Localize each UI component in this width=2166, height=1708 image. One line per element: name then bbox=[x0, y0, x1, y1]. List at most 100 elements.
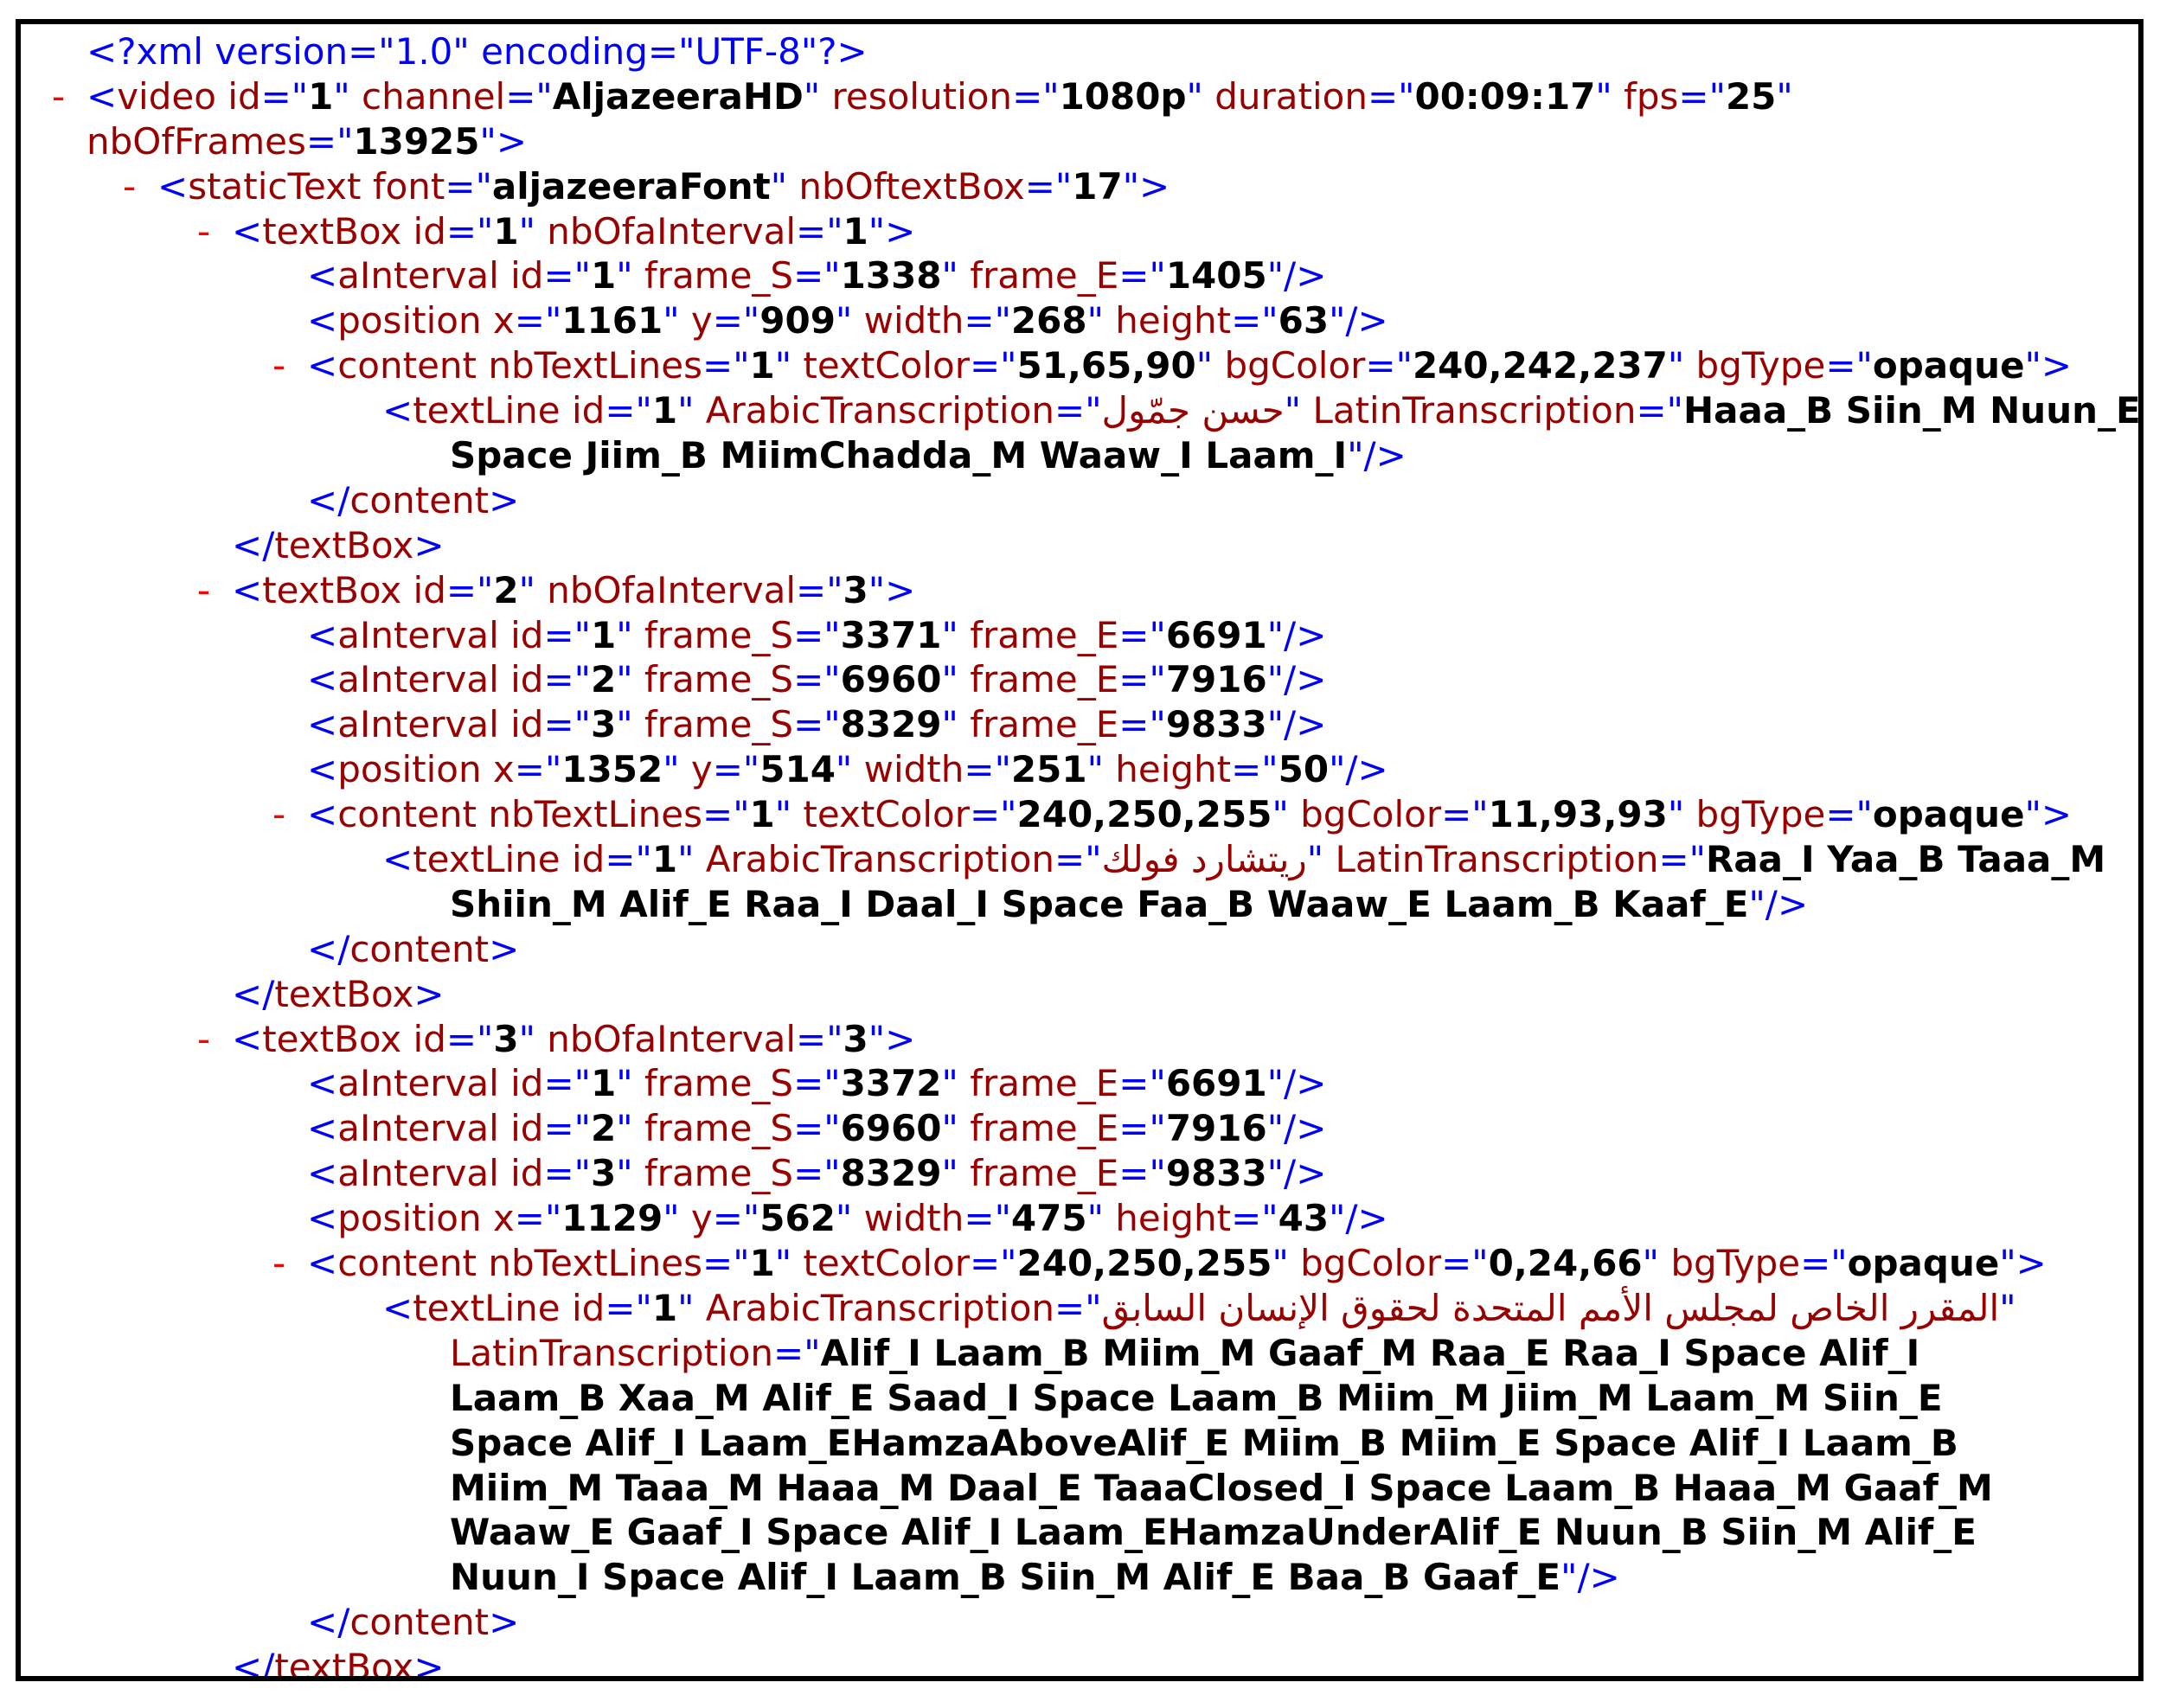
xml-token: LatinTranscription bbox=[1335, 838, 1659, 881]
xml-token: "/> bbox=[1329, 748, 1388, 791]
xml-token: " bbox=[1086, 299, 1116, 342]
xml-token: " bbox=[835, 1197, 864, 1240]
xml-token: aInterval id bbox=[337, 1107, 544, 1150]
xml-token: < bbox=[232, 568, 263, 611]
xml-token: Shiin_M Alif_E Raa_I Daal_I Space Faa_B … bbox=[450, 882, 1749, 925]
xml-token: > bbox=[413, 523, 445, 566]
xml-token: 43 bbox=[1278, 1197, 1330, 1240]
collapse-toggle[interactable]: - bbox=[272, 1241, 285, 1286]
xml-token: 240,250,255 bbox=[1016, 793, 1272, 836]
xml-token: " bbox=[616, 703, 644, 746]
xml-token: =" bbox=[1118, 703, 1166, 746]
collapse-toggle[interactable]: - bbox=[272, 792, 285, 837]
xml-token: frame_S bbox=[644, 1107, 794, 1150]
xml-token: ArabicTranscription bbox=[705, 838, 1055, 881]
xml-token: 1338 bbox=[840, 254, 942, 297]
xml-token: " bbox=[1642, 1242, 1671, 1285]
xml-token: "/> bbox=[1266, 1152, 1327, 1195]
xml-token: frame_S bbox=[644, 1062, 794, 1105]
xml-token: staticText font bbox=[188, 164, 445, 208]
xml-token: textColor bbox=[803, 1242, 970, 1285]
xml-token: content nbTextLines bbox=[337, 1242, 702, 1285]
xml-token: " bbox=[835, 748, 864, 791]
xml-token: aInterval id bbox=[337, 703, 544, 746]
xml-token: =" bbox=[445, 1017, 494, 1060]
xml-token: 0,24,66 bbox=[1488, 1242, 1643, 1285]
xml-token: 1 bbox=[308, 74, 334, 118]
xml-token: 1405 bbox=[1165, 254, 1267, 297]
xml-token: opaque bbox=[1847, 1242, 2000, 1285]
xml-token: " bbox=[333, 74, 362, 118]
xml-token: =" bbox=[505, 74, 553, 118]
xml-token: " bbox=[941, 658, 971, 701]
xml-token: < bbox=[382, 1286, 413, 1329]
xml-token: =" bbox=[605, 838, 652, 881]
xml-token: 1 bbox=[651, 389, 678, 432]
xml-token: height bbox=[1115, 748, 1232, 791]
collapse-toggle[interactable]: - bbox=[197, 568, 210, 613]
xml-token: 514 bbox=[759, 748, 836, 791]
xml-line: - <staticText font="aljazeeraFont" nbOfte… bbox=[36, 164, 2138, 209]
xml-token: opaque bbox=[1872, 344, 2025, 387]
xml-token: 562 bbox=[759, 1197, 836, 1240]
xml-token: nbOfFrames bbox=[87, 119, 306, 163]
xml-token: =" bbox=[793, 658, 841, 701]
xml-token: =" bbox=[1231, 299, 1278, 342]
xml-line: </content> bbox=[36, 478, 2138, 523]
xml-token: 9833 bbox=[1165, 703, 1267, 746]
xml-line: - <content nbTextLines="1" textColor="240… bbox=[36, 1241, 2138, 1286]
xml-token: frame_E bbox=[970, 254, 1119, 297]
xml-token: =" bbox=[702, 793, 750, 836]
xml-line: <position x="1161" y="909" width="268" h… bbox=[36, 298, 2138, 343]
xml-token: =" bbox=[543, 613, 591, 656]
xml-token: " bbox=[616, 658, 644, 701]
xml-token: textLine id bbox=[413, 389, 606, 432]
xml-token: < bbox=[382, 838, 413, 881]
xml-token: Alif_I Laam_B Miim_M Gaaf_M Raa_E Raa_I … bbox=[820, 1331, 1920, 1374]
xml-token: fps bbox=[1624, 74, 1679, 118]
collapse-toggle[interactable]: - bbox=[272, 343, 285, 388]
xml-token: Raa_I Yaa_B Taaa_M bbox=[1705, 838, 2106, 881]
xml-token: =" bbox=[445, 568, 494, 611]
xml-token: =" bbox=[796, 568, 843, 611]
xml-token: bgColor bbox=[1224, 344, 1366, 387]
xml-token: frame_S bbox=[644, 703, 794, 746]
xml-token: " bbox=[663, 748, 691, 791]
xml-token: 6960 bbox=[840, 658, 942, 701]
xml-token: opaque bbox=[1872, 793, 2025, 836]
xml-token: 9833 bbox=[1165, 1152, 1267, 1195]
xml-token: " bbox=[663, 299, 691, 342]
xml-token: 6691 bbox=[1165, 613, 1267, 656]
xml-token: 2 bbox=[590, 1107, 617, 1150]
xml-token: < bbox=[307, 1242, 338, 1285]
xml-line: Space Jiim_B MiimChadda_M Waaw_I Laam_I"… bbox=[36, 433, 2138, 478]
xml-token: 3 bbox=[843, 1017, 868, 1060]
xml-token: bgType bbox=[1670, 1242, 1801, 1285]
collapse-toggle[interactable]: - bbox=[197, 209, 210, 254]
xml-token: =" bbox=[964, 748, 1011, 791]
xml-line: <aInterval id="2" frame_S="6960" frame_E… bbox=[36, 1106, 2138, 1151]
xml-token: =" bbox=[543, 703, 591, 746]
xml-token: "/> bbox=[1329, 1197, 1388, 1240]
xml-token: textBox id bbox=[262, 1017, 446, 1060]
xml-token: =" bbox=[1658, 838, 1706, 881]
xml-token: 3371 bbox=[840, 613, 942, 656]
xml-line: Space Alif_I Laam_EHamzaAboveAlif_E Miim… bbox=[36, 1421, 2138, 1466]
xml-token: =" bbox=[793, 613, 841, 656]
xml-token: " bbox=[1086, 1197, 1116, 1240]
xml-token: aInterval id bbox=[337, 1152, 544, 1195]
xml-token: " bbox=[1595, 74, 1624, 118]
xml-line: nbOfFrames="13925"> bbox=[36, 119, 2138, 164]
xml-token: frame_E bbox=[970, 658, 1119, 701]
xml-token: AljazeeraHD bbox=[552, 74, 804, 118]
collapse-toggle[interactable]: - bbox=[197, 1017, 210, 1062]
xml-token: =" bbox=[305, 119, 354, 163]
xml-token: 1 bbox=[749, 1242, 775, 1285]
xml-token: > bbox=[489, 478, 520, 521]
collapse-toggle[interactable]: - bbox=[52, 74, 65, 119]
xml-line: <aInterval id="1" frame_S="3372" frame_E… bbox=[36, 1061, 2138, 1106]
xml-token: المقرر الخاص لمجلس الأمم المتحدة لحقوق ا… bbox=[1101, 1286, 2000, 1329]
xml-token: height bbox=[1115, 1197, 1232, 1240]
xml-token: =" bbox=[793, 254, 841, 297]
collapse-toggle[interactable]: - bbox=[123, 164, 136, 209]
